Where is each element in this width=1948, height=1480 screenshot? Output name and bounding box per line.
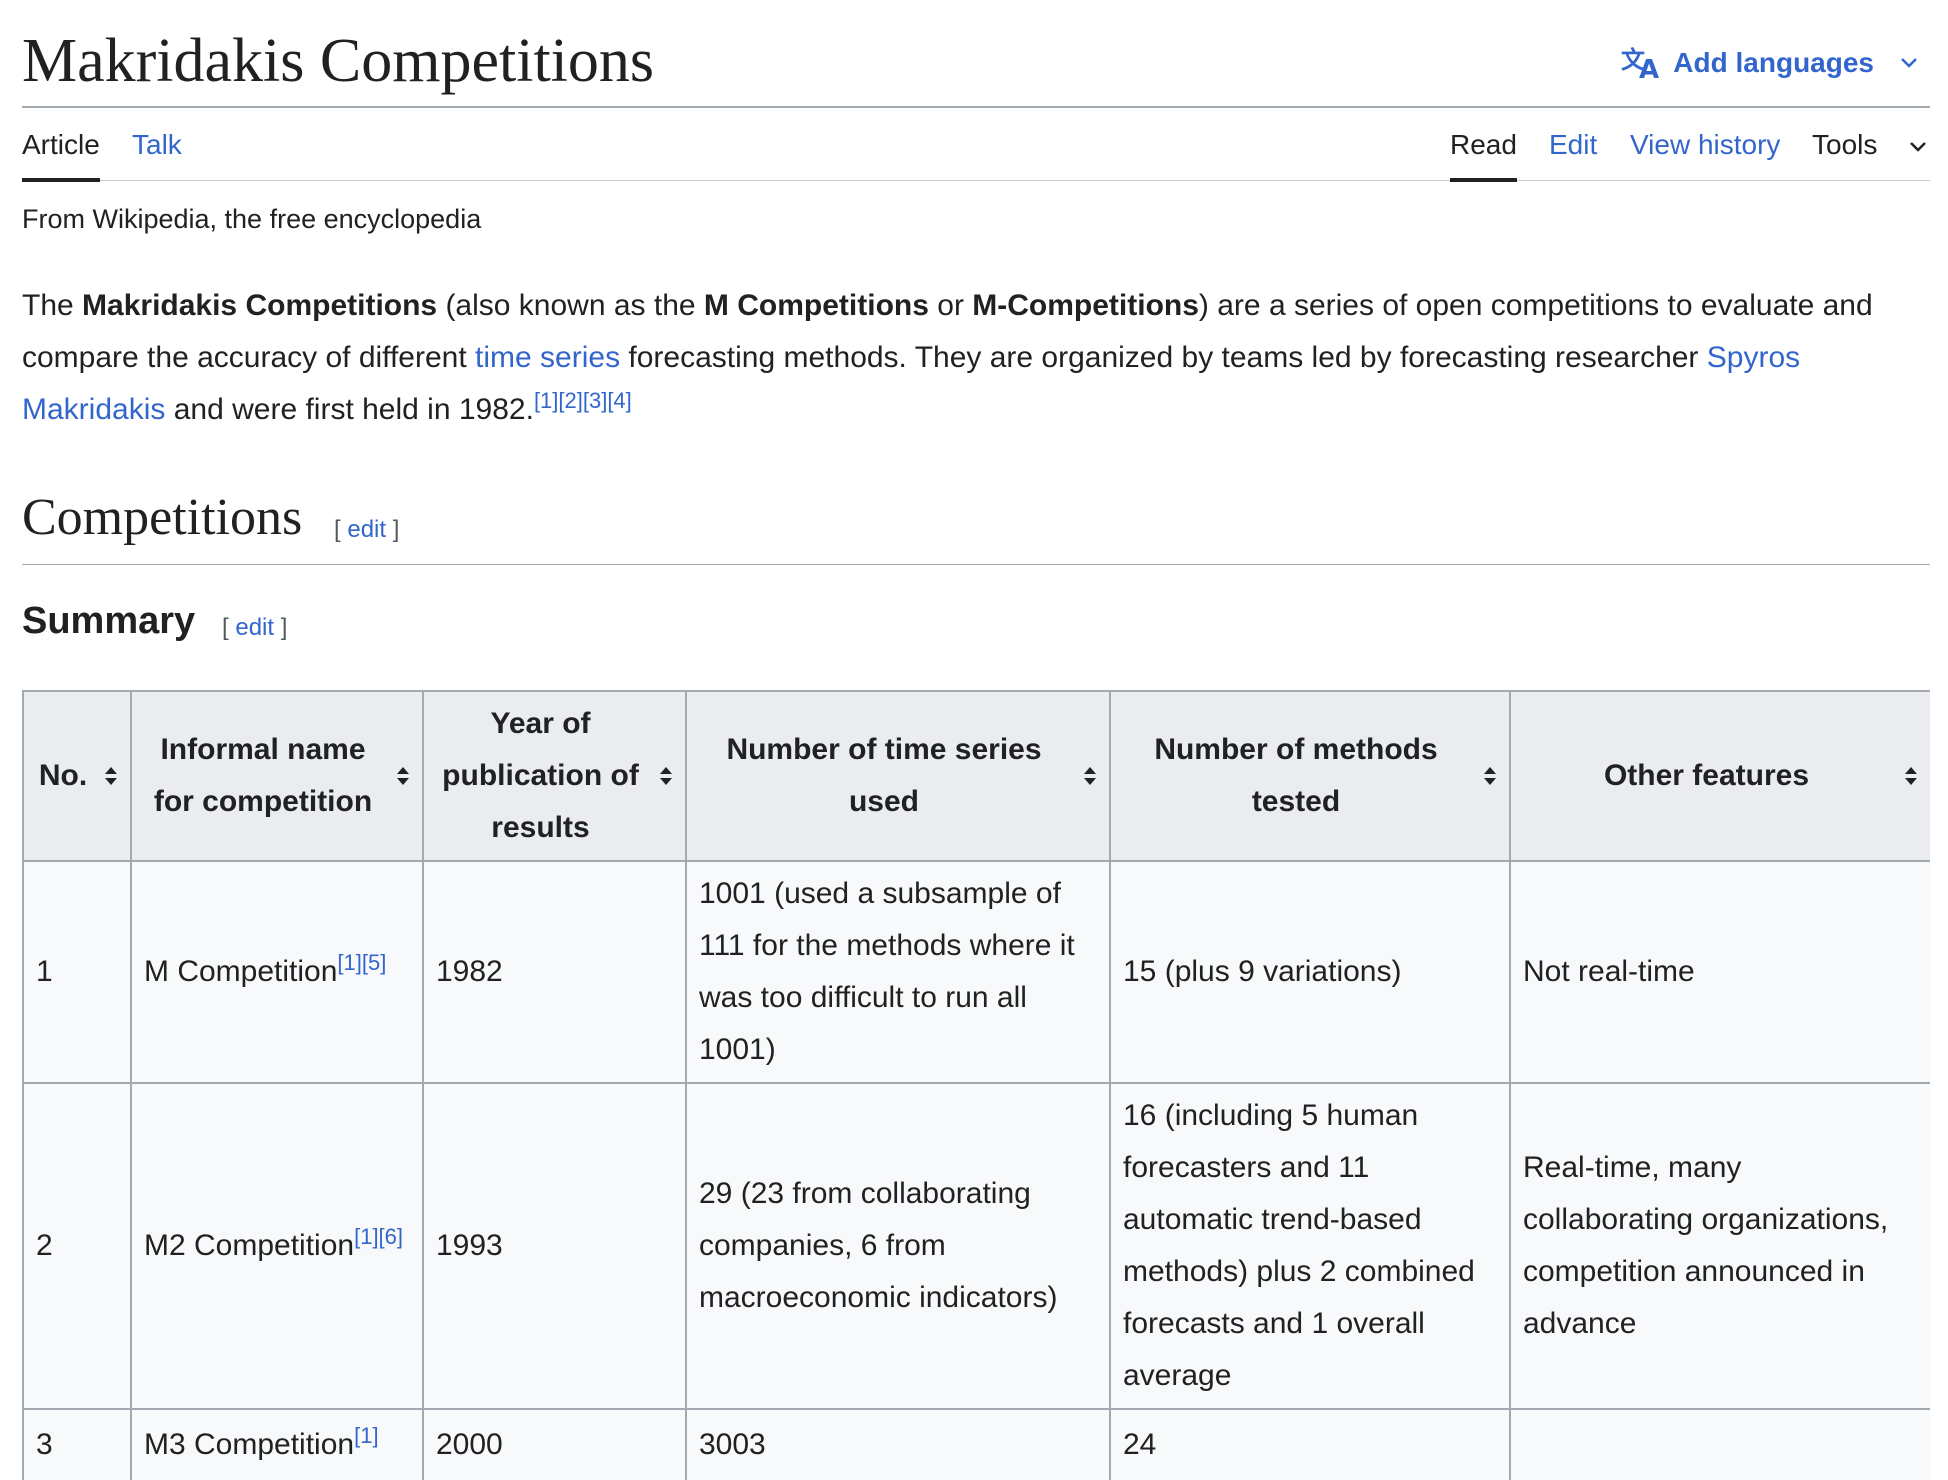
tab-talk[interactable]: Talk bbox=[132, 128, 182, 162]
header-label: Other features bbox=[1603, 759, 1810, 792]
sort-icon bbox=[1905, 767, 1917, 785]
cell-year: 2000 bbox=[422, 1408, 687, 1480]
cell-methods: 24 bbox=[1109, 1408, 1511, 1480]
sort-icon bbox=[1084, 767, 1096, 785]
site-tagline: From Wikipedia, the free encyclopedia bbox=[22, 204, 482, 234]
section-heading-competitions: Competitions bbox=[22, 489, 303, 546]
edit-link[interactable]: edit bbox=[235, 614, 274, 641]
competitions-heading-row: Competitions [ edit ] bbox=[22, 486, 1930, 565]
citation-refs[interactable]: [1] bbox=[354, 1423, 378, 1448]
intro-text: (also known as the bbox=[437, 289, 704, 322]
tab-read[interactable]: Read bbox=[1450, 128, 1517, 181]
cell-name: M2 Competition[1][6] bbox=[130, 1082, 424, 1410]
header-label: No. bbox=[38, 759, 88, 792]
summary-heading-row: Summary [ edit ] bbox=[22, 600, 1930, 660]
column-header-series[interactable]: Number of time series used bbox=[685, 690, 1111, 862]
cell-no: 2 bbox=[22, 1082, 132, 1410]
wiki-page: Makridakis Competitions 文 A Add language… bbox=[0, 0, 1948, 1480]
cell-no: 3 bbox=[22, 1408, 132, 1480]
tools-menu[interactable]: Tools bbox=[1812, 128, 1927, 162]
cell-series: 3003 bbox=[685, 1408, 1111, 1480]
summary-table-wrapper: No. Informal name for competition Year o… bbox=[22, 690, 1930, 1480]
citation-refs[interactable]: [1][5] bbox=[337, 950, 386, 975]
competition-name: M3 Competition bbox=[144, 1428, 355, 1461]
intro-text: forecasting methods. They are organized … bbox=[620, 341, 1707, 374]
cell-methods: 16 (including 5 human forecasters and 11… bbox=[1109, 1082, 1511, 1410]
edit-link[interactable]: edit bbox=[347, 516, 386, 543]
intro-text: The bbox=[22, 289, 83, 322]
column-header-methods[interactable]: Number of methods tested bbox=[1109, 690, 1511, 862]
summary-table: No. Informal name for competition Year o… bbox=[22, 690, 1930, 1480]
intro-bold-term: Makridakis Competitions bbox=[82, 289, 438, 322]
cell-series: 29 (23 from collaborating companies, 6 f… bbox=[685, 1082, 1111, 1410]
sort-icon bbox=[660, 767, 672, 785]
table-row: 3 M3 Competition[1] 2000 3003 24 bbox=[22, 1408, 1930, 1480]
time-series-link[interactable]: time series bbox=[475, 341, 620, 374]
section-edit: [ edit ] bbox=[334, 516, 399, 544]
page-tabs: Article Talk Read Edit View history Tool… bbox=[22, 108, 1930, 181]
section-edit: [ edit ] bbox=[222, 614, 287, 642]
header-label: Year of publication of results bbox=[442, 707, 639, 844]
intro-text: and were first held in 1982. bbox=[165, 393, 534, 426]
tab-edit[interactable]: Edit bbox=[1549, 128, 1597, 162]
tools-label: Tools bbox=[1812, 129, 1878, 160]
competition-name: M Competition bbox=[144, 955, 338, 988]
cell-features: Not real-time bbox=[1509, 860, 1930, 1084]
translate-icon: 文 A bbox=[1621, 46, 1659, 80]
competition-name: M2 Competition bbox=[144, 1229, 355, 1262]
tab-view-history[interactable]: View history bbox=[1630, 128, 1780, 162]
citation-refs[interactable]: [1][6] bbox=[354, 1224, 403, 1249]
column-header-year[interactable]: Year of publication of results bbox=[422, 690, 687, 862]
svg-text:A: A bbox=[1639, 55, 1659, 80]
sort-icon bbox=[397, 767, 409, 785]
bracket: ] bbox=[274, 614, 288, 641]
header-label: Informal name for competition bbox=[153, 733, 373, 818]
cell-no: 1 bbox=[22, 860, 132, 1084]
intro-bold-term: M Competitions bbox=[703, 289, 929, 322]
cell-name: M Competition[1][5] bbox=[130, 860, 424, 1084]
chevron-down-icon bbox=[1910, 141, 1927, 152]
sort-icon bbox=[105, 767, 117, 785]
sort-icon bbox=[1484, 767, 1496, 785]
bracket: ] bbox=[386, 516, 400, 543]
intro-text: or bbox=[928, 289, 973, 322]
cell-year: 1993 bbox=[422, 1082, 687, 1410]
chevron-down-icon bbox=[1901, 58, 1917, 68]
table-header-row: No. Informal name for competition Year o… bbox=[22, 690, 1930, 862]
intro-bold-term: M-Competitions bbox=[972, 289, 1199, 322]
add-languages-label: Add languages bbox=[1673, 47, 1874, 78]
citation-refs[interactable]: [1][2][3][4] bbox=[534, 388, 632, 413]
cell-year: 1982 bbox=[422, 860, 687, 1084]
header-label: Number of methods tested bbox=[1154, 733, 1438, 818]
intro-paragraph: The Makridakis Competitions (also known … bbox=[22, 280, 1922, 436]
add-languages-button[interactable]: 文 A Add languages bbox=[1621, 46, 1930, 80]
bracket: [ bbox=[334, 516, 348, 543]
column-header-no[interactable]: No. bbox=[22, 690, 132, 862]
column-header-name[interactable]: Informal name for competition bbox=[130, 690, 424, 862]
cell-features: Real-time, many collaborating organizati… bbox=[1509, 1082, 1930, 1410]
title-bar: Makridakis Competitions 文 A Add language… bbox=[22, 22, 1930, 108]
table-row: 1 M Competition[1][5] 1982 1001 (used a … bbox=[22, 860, 1930, 1084]
tab-article[interactable]: Article bbox=[22, 128, 100, 181]
header-label: Number of time series used bbox=[726, 733, 1042, 818]
cell-features bbox=[1509, 1408, 1930, 1480]
cell-name: M3 Competition[1] bbox=[130, 1408, 424, 1480]
section-heading-summary: Summary bbox=[22, 600, 196, 642]
page-title: Makridakis Competitions bbox=[22, 27, 655, 95]
cell-series: 1001 (used a subsample of 111 for the me… bbox=[685, 860, 1111, 1084]
column-header-features[interactable]: Other features bbox=[1509, 690, 1930, 862]
cell-methods: 15 (plus 9 variations) bbox=[1109, 860, 1511, 1084]
bracket: [ bbox=[222, 614, 236, 641]
table-row: 2 M2 Competition[1][6] 1993 29 (23 from … bbox=[22, 1082, 1930, 1410]
